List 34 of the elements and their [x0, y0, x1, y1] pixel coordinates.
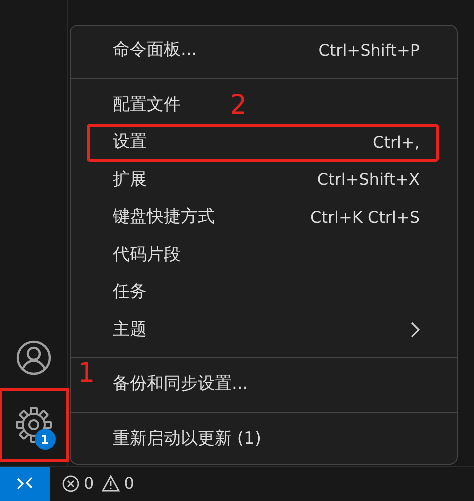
menu-item-label: 任务: [113, 281, 147, 304]
menu-item-label: 键盘快捷方式: [113, 206, 215, 229]
menu-item-label: 备份和同步设置...: [113, 373, 248, 396]
menu-item-label: 扩展: [113, 168, 147, 192]
menu-item-label: 命令面板...: [113, 39, 198, 62]
menu-item[interactable]: 重新启动以更新 (1): [87, 420, 439, 458]
menu-item-label: 代码片段: [113, 244, 181, 266]
menu-item[interactable]: 键盘快捷方式 Ctrl+K Ctrl+S: [87, 199, 439, 236]
menu-item-label: 设置: [113, 131, 147, 154]
menu-item-label: 重新启动以更新 (1): [113, 428, 262, 450]
error-count[interactable]: 0: [84, 472, 94, 496]
menu-item[interactable]: 设置 Ctrl+,: [87, 124, 439, 162]
remote-button[interactable]: [0, 467, 50, 501]
warning-count[interactable]: 0: [124, 472, 134, 496]
shortcut-text: Ctrl+,: [373, 132, 420, 154]
menu-item-label: 配置文件: [113, 94, 181, 116]
callout-number: 1: [78, 360, 96, 387]
chevron-icon: [411, 322, 420, 338]
callout-number: 2: [230, 92, 248, 118]
menu-item[interactable]: 扩展 Ctrl+Shift+X: [87, 162, 439, 199]
menu-item[interactable]: 任务: [87, 274, 439, 312]
notification-badge: 1: [34, 429, 56, 450]
menu-item[interactable]: 主题: [87, 312, 439, 349]
shortcut-text: Ctrl+Shift+X: [317, 169, 420, 192]
menu-item[interactable]: 配置文件 2: [87, 86, 439, 124]
menu-item-label: 主题: [113, 318, 147, 342]
menu-item[interactable]: 代码片段: [87, 236, 439, 274]
warning-icon[interactable]: [102, 475, 120, 493]
account-icon[interactable]: [16, 340, 52, 376]
remote-icon: [16, 476, 34, 492]
shortcut-text: Ctrl+Shift+P: [318, 40, 420, 62]
menu-item[interactable]: 命令面板... Ctrl+Shift+P: [87, 32, 439, 70]
shortcut-text: Ctrl+K Ctrl+S: [310, 206, 420, 229]
error-icon[interactable]: [62, 475, 80, 493]
